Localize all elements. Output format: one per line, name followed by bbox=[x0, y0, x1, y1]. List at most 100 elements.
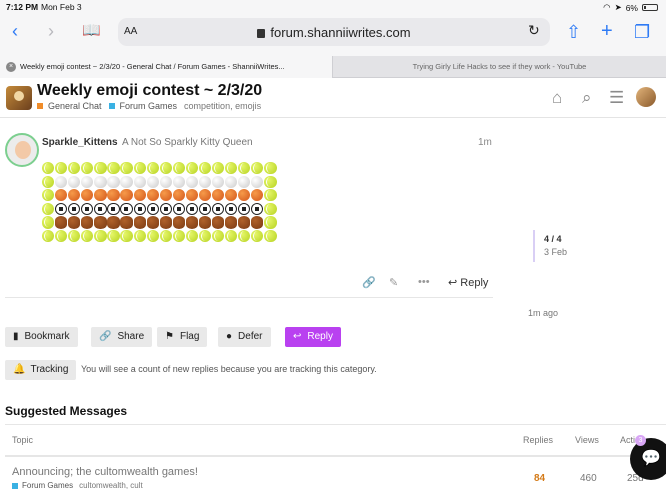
column-activity[interactable]: Acti bbox=[620, 435, 635, 445]
chat-button[interactable]: 💬 bbox=[630, 438, 666, 480]
tennis-ball-icon bbox=[55, 162, 68, 175]
bookmark-button[interactable]: ▮ Bookmark bbox=[5, 327, 78, 347]
volley-ball-icon bbox=[107, 175, 120, 188]
suggested-title: Suggested Messages bbox=[5, 404, 128, 418]
tennis-ball-icon bbox=[146, 162, 159, 175]
reload-icon[interactable]: ↻ bbox=[528, 22, 540, 39]
share-button[interactable]: 🔗 Share bbox=[91, 327, 153, 347]
search-icon[interactable]: ⌕ bbox=[582, 88, 592, 108]
tennis-ball-icon bbox=[212, 229, 225, 243]
browser-chrome: 7:12 PM Mon Feb 3 ◠ ➤ 6% ‹ › 📖 forum.sha… bbox=[0, 0, 666, 56]
volley-ball-icon bbox=[198, 175, 212, 188]
tennis-ball-icon bbox=[42, 229, 55, 243]
topic-title[interactable]: Weekly emoji contest ~ 2/3/20 bbox=[37, 82, 262, 100]
tennis-ball-icon bbox=[107, 229, 120, 243]
suggested-topic-meta: Forum Games cultomwealth, cult bbox=[12, 481, 143, 490]
football-ball-icon bbox=[107, 216, 120, 229]
share-icon[interactable]: ⇧ bbox=[566, 22, 581, 43]
tab-active[interactable]: × Weekly emoji contest ~ 2/3/20 - Genera… bbox=[0, 56, 333, 78]
post-time[interactable]: 1m bbox=[478, 137, 492, 148]
football-ball-icon bbox=[146, 216, 159, 229]
volley-ball-icon bbox=[225, 175, 238, 188]
link-icon[interactable]: 🔗 bbox=[362, 276, 376, 289]
circle-icon: ● bbox=[226, 331, 233, 342]
tennis-ball-icon bbox=[264, 175, 277, 188]
soccer-ball-icon bbox=[198, 202, 212, 215]
basket-ball-icon bbox=[185, 189, 199, 202]
menu-icon[interactable]: ☰ bbox=[609, 88, 624, 108]
football-ball-icon bbox=[185, 216, 199, 229]
soccer-ball-icon bbox=[172, 202, 185, 215]
timeline-position: 4 / 4 bbox=[544, 234, 562, 244]
tennis-ball-icon bbox=[81, 162, 94, 175]
volley-ball-icon bbox=[133, 175, 146, 188]
tennis-ball-icon bbox=[264, 216, 277, 229]
category-link[interactable]: General Chat bbox=[48, 101, 102, 111]
tennis-ball-icon bbox=[251, 229, 264, 243]
suggested-topic-tags[interactable]: cultomwealth, cult bbox=[79, 481, 143, 490]
volley-ball-icon bbox=[251, 175, 264, 188]
tennis-ball-icon bbox=[94, 229, 107, 243]
tennis-ball-icon bbox=[133, 229, 146, 243]
football-ball-icon bbox=[172, 216, 185, 229]
more-icon[interactable]: ••• bbox=[418, 276, 430, 288]
address-bar[interactable]: forum.shanniiwrites.com bbox=[118, 18, 550, 46]
user-avatar[interactable] bbox=[636, 87, 656, 107]
volley-ball-icon bbox=[212, 175, 225, 188]
header-divider bbox=[5, 455, 666, 457]
tracking-note: You will see a count of new replies beca… bbox=[81, 364, 377, 374]
tennis-ball-icon bbox=[159, 229, 172, 243]
volley-ball-icon bbox=[238, 175, 251, 188]
status-time: 7:12 PM bbox=[6, 2, 39, 12]
new-tab-icon[interactable]: + bbox=[601, 20, 613, 43]
football-ball-icon bbox=[133, 216, 146, 229]
suggested-topic-category[interactable]: Forum Games bbox=[22, 481, 73, 490]
chat-icon: 💬 bbox=[641, 450, 661, 467]
column-views[interactable]: Views bbox=[575, 435, 599, 445]
tabs-overview-icon[interactable]: ❐ bbox=[634, 22, 650, 43]
status-date: Mon Feb 3 bbox=[41, 2, 82, 12]
tennis-ball-icon bbox=[55, 229, 68, 243]
reply-button[interactable]: ↩ Reply bbox=[285, 327, 341, 347]
timeline-date: 3 Feb bbox=[544, 247, 568, 257]
suggested-divider bbox=[5, 424, 666, 425]
suggested-topic-title[interactable]: Announcing; the cultomwealth games! bbox=[12, 466, 198, 478]
category-color bbox=[37, 103, 43, 109]
basket-ball-icon bbox=[120, 189, 133, 202]
soccer-ball-icon bbox=[238, 202, 251, 215]
basket-ball-icon bbox=[238, 189, 251, 202]
home-icon[interactable]: ⌂ bbox=[552, 88, 562, 108]
flag-button[interactable]: ⚑ Flag bbox=[157, 327, 208, 347]
tennis-ball-icon bbox=[81, 229, 94, 243]
post-reply-button[interactable]: ↩ Reply bbox=[448, 276, 488, 289]
volley-ball-icon bbox=[55, 175, 68, 188]
post-username[interactable]: Sparkle_Kittens bbox=[42, 137, 118, 148]
edit-icon[interactable]: ✎ bbox=[389, 276, 398, 289]
emoji-grid bbox=[42, 162, 278, 244]
tennis-ball-icon bbox=[120, 229, 133, 243]
tennis-ball-icon bbox=[42, 189, 55, 202]
tennis-ball-icon bbox=[225, 229, 238, 243]
basket-ball-icon bbox=[55, 189, 68, 202]
post-user-title: A Not So Sparkly Kitty Queen bbox=[122, 137, 253, 148]
tennis-ball-icon bbox=[94, 162, 107, 175]
location-icon: ➤ bbox=[614, 2, 622, 12]
tennis-ball-icon bbox=[185, 162, 199, 175]
topic-tags[interactable]: competition, emojis bbox=[184, 101, 261, 111]
timeline-bar[interactable] bbox=[533, 230, 535, 262]
bookmarks-icon[interactable]: 📖 bbox=[82, 22, 101, 40]
battery-percent: 6% bbox=[625, 2, 638, 13]
back-icon[interactable]: ‹ bbox=[12, 22, 18, 40]
forum-logo[interactable] bbox=[6, 86, 32, 110]
post-avatar[interactable] bbox=[5, 133, 39, 167]
tracking-button[interactable]: 🔔 Tracking bbox=[5, 360, 77, 380]
column-topic[interactable]: Topic bbox=[12, 435, 33, 445]
column-replies[interactable]: Replies bbox=[523, 435, 553, 445]
tab-inactive[interactable]: Trying Girly Life Hacks to see if they w… bbox=[333, 56, 666, 78]
defer-button[interactable]: ● Defer bbox=[218, 327, 271, 347]
text-size-button[interactable]: AA bbox=[124, 26, 137, 37]
football-ball-icon bbox=[120, 216, 133, 229]
subcategory-link[interactable]: Forum Games bbox=[120, 101, 178, 111]
close-tab-icon[interactable]: × bbox=[6, 62, 16, 72]
forward-icon[interactable]: › bbox=[48, 22, 54, 40]
